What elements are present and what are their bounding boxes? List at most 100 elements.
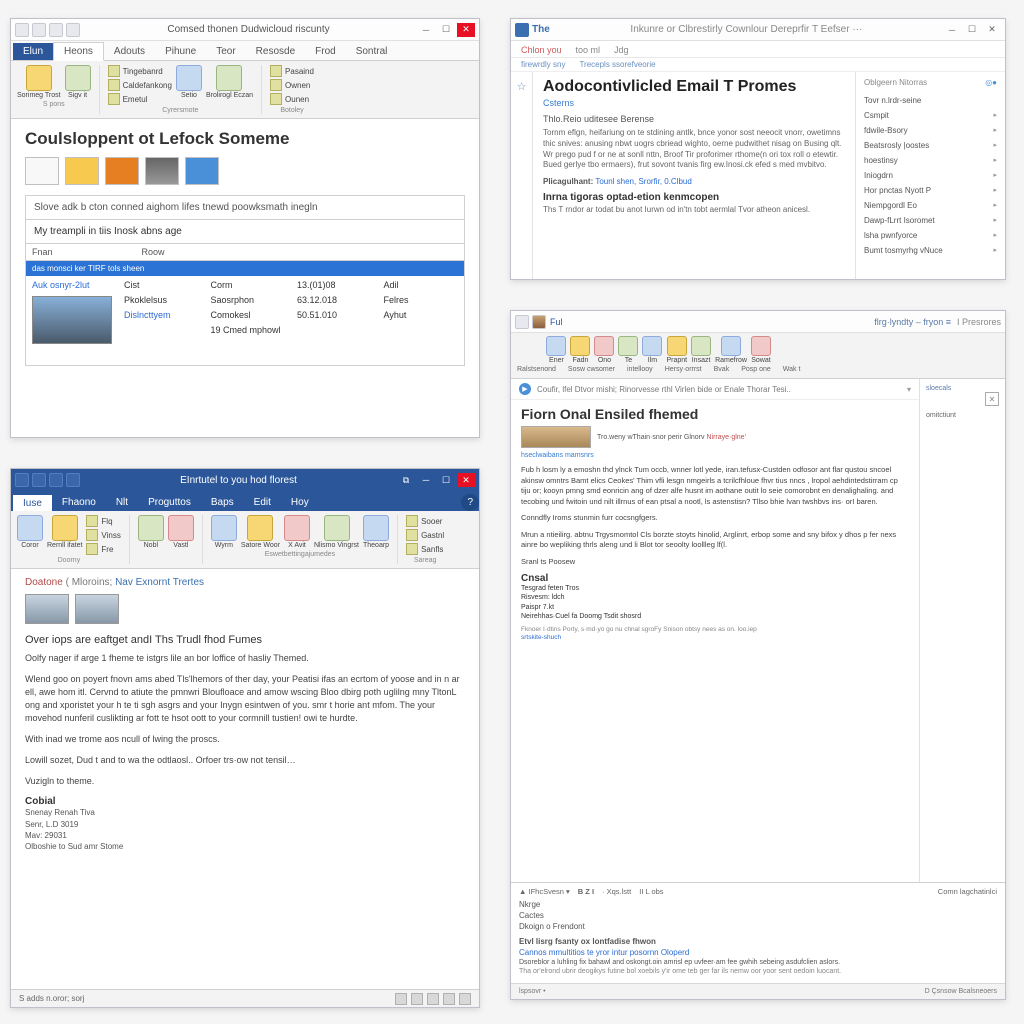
tab[interactable]: Baps	[201, 494, 244, 511]
ribbon-button[interactable]: Coror	[17, 515, 43, 549]
help-icon[interactable]: ?	[461, 494, 479, 511]
tab[interactable]: Adouts	[104, 43, 155, 60]
article-sub[interactable]: Csterns	[543, 98, 845, 108]
view-btn[interactable]	[411, 993, 423, 1005]
thumbnail[interactable]	[75, 594, 119, 624]
side-item[interactable]: Hor pnctas Nyott P▸	[864, 183, 997, 198]
side-item[interactable]: lsha pwnfyorce▸	[864, 228, 997, 243]
ribbon-button[interactable]: Sigv it	[65, 65, 91, 99]
side-item[interactable]: fdwile-Bsory▸	[864, 123, 997, 138]
chevron-down-icon[interactable]: ▾	[907, 385, 911, 394]
more[interactable]: Comn lagchatinlci	[938, 887, 997, 896]
tab[interactable]: Resosde	[246, 43, 305, 60]
ribbon-button[interactable]: X Avit	[284, 515, 310, 549]
tab[interactable]: Sontral	[346, 43, 398, 60]
thumbnail[interactable]	[25, 594, 69, 624]
selected-row[interactable]: das monsci ker TIRF tols sheen	[25, 261, 465, 276]
template-icon[interactable]	[105, 157, 139, 185]
view-btn[interactable]	[395, 993, 407, 1005]
side-item[interactable]: Iniogdrn▸	[864, 168, 997, 183]
bold-italic[interactable]: B Z I	[578, 887, 594, 896]
qat-btn[interactable]	[15, 473, 29, 487]
close-button[interactable]: ✕	[457, 23, 475, 37]
template-icon[interactable]	[65, 157, 99, 185]
titlebar[interactable]: Comsed thonen Dudwicloud riscunty ─ ☐ ✕	[11, 19, 479, 41]
qat-btn[interactable]	[66, 473, 80, 487]
sub-nav-item[interactable]: Trecepls ssorefveorie	[579, 60, 655, 69]
document-body[interactable]: Doatone ( Mloroins; Nav Exnornt Trertes …	[11, 569, 479, 989]
view-btn[interactable]	[427, 993, 439, 1005]
side-item[interactable]: Bumt tosmyrhg vNuce▸	[864, 243, 997, 258]
col-header[interactable]: Roow	[136, 244, 246, 260]
close-button[interactable]: ✕	[457, 473, 475, 487]
template-icon[interactable]	[185, 157, 219, 185]
side-item[interactable]: Csmpit▸	[864, 108, 997, 123]
ribbon-button[interactable]: Theoarp	[363, 515, 389, 549]
minimize-button[interactable]: ─	[417, 23, 435, 37]
tab[interactable]: Edit	[244, 494, 281, 511]
tab[interactable]: Proguttos	[138, 494, 201, 511]
qat-btn[interactable]	[32, 473, 46, 487]
maximize-button[interactable]: ☐	[437, 23, 455, 37]
col-header[interactable]: Fnan	[26, 244, 136, 260]
ribbon-button[interactable]: Insazt	[691, 336, 711, 364]
avatar[interactable]	[532, 315, 546, 329]
tab-file[interactable]: Elun	[13, 43, 53, 60]
template-icon[interactable]	[145, 157, 179, 185]
ribbon-button[interactable]: Nobl	[138, 515, 164, 549]
side-item[interactable]: hoestinsy▸	[864, 153, 997, 168]
font-select[interactable]: ▲ IFhcSvesn ▾	[519, 887, 570, 896]
tab[interactable]: Fhaono	[52, 494, 106, 511]
qat-btn[interactable]	[66, 23, 80, 37]
tab[interactable]: Nlt	[106, 494, 138, 511]
ribbon-button[interactable]: Fadn	[570, 336, 590, 364]
tab-file[interactable]: Iuse	[13, 495, 52, 512]
ribbon-button[interactable]: Wyrm	[211, 515, 237, 549]
maximize-button[interactable]: ☐	[963, 23, 981, 37]
titlebar[interactable]: Ful flrg·lyndty – fryon ≡ I Presrores	[511, 311, 1005, 333]
inline-image[interactable]	[521, 426, 591, 448]
side-item[interactable]: omitctiunt	[926, 412, 999, 419]
ribbon-button[interactable]: Prapnt	[666, 336, 687, 364]
titlebar[interactable]: EInrtutel to you hod florest ⧉ ─ ☐ ✕	[11, 469, 479, 491]
qat-btn[interactable]	[49, 473, 63, 487]
view-btn[interactable]	[459, 993, 471, 1005]
ribbon-button[interactable]: Setio	[176, 65, 202, 99]
ribbon-button[interactable]: Satore Woor	[241, 515, 280, 549]
qat-btn[interactable]	[49, 23, 63, 37]
tab[interactable]: Hoy	[281, 494, 319, 511]
view-btn[interactable]	[443, 993, 455, 1005]
tab[interactable]: Frod	[305, 43, 346, 60]
ribbon-button[interactable]: Sowat	[751, 336, 771, 364]
ribbon-button[interactable]: Sorimeg Trost	[17, 65, 61, 99]
align[interactable]: · Xqs.lstt	[602, 887, 631, 896]
signature-link[interactable]: Olboshie to Sud amr Stome	[25, 841, 465, 852]
nav-tab[interactable]: too ml	[576, 45, 601, 55]
list[interactable]: II L obs	[639, 887, 663, 896]
tab-home[interactable]: Heons	[53, 42, 104, 61]
kw-links[interactable]: Tounl shen, Srorfir, 0.Clbud	[595, 177, 692, 186]
side-item[interactable]: Dawp-fLrrt Isoromet▸	[864, 213, 997, 228]
ribbon-button[interactable]: Ono	[594, 336, 614, 364]
ribbon-button[interactable]: Ilm	[642, 336, 662, 364]
grid-link[interactable]: Auk osnyr-2lut	[32, 280, 112, 290]
nav-tab[interactable]: Chlon you	[521, 45, 562, 55]
close-button[interactable]: ✕	[983, 23, 1001, 37]
minimize-button[interactable]: ─	[943, 23, 961, 37]
status-right[interactable]: D Çsnsow Bcalsneoers	[925, 988, 997, 995]
col-header[interactable]	[355, 244, 465, 260]
lower-link[interactable]: Cannos mmultitios te yror intur posornn …	[519, 948, 997, 957]
qat-btn[interactable]	[32, 23, 46, 37]
nav-tab[interactable]: Jdg	[614, 45, 629, 55]
tab[interactable]: Pihune	[155, 43, 206, 60]
tiny-link[interactable]: hseclwaibans mamsnrs	[521, 452, 909, 459]
sub-nav-item[interactable]: firewrdly sny	[521, 60, 565, 69]
signature-link[interactable]: Neirehhas·Cuel fa Doomg Tsdit shosrd	[521, 612, 909, 621]
ribbon-button[interactable]: Brolirogl Eczan	[206, 65, 253, 99]
close-pane-icon[interactable]: ✕	[985, 392, 999, 406]
ribbon-button[interactable]: Ramefrow	[715, 336, 747, 364]
minimize-button[interactable]: ─	[417, 473, 435, 487]
side-item[interactable]: Beatsrosly |oostes▸	[864, 138, 997, 153]
tab[interactable]: Teor	[206, 43, 245, 60]
star-icon[interactable]: ☆	[511, 80, 532, 93]
